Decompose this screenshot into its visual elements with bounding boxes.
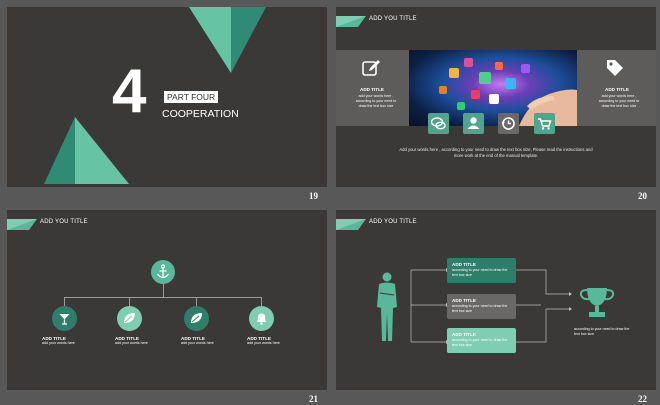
- node-1[interactable]: [52, 306, 77, 331]
- leaf-icon: [124, 313, 135, 323]
- slide-number-19: 19: [309, 191, 318, 201]
- tag-icon: [607, 60, 623, 76]
- process-box-3-body: according to your need to draw the text …: [452, 338, 508, 347]
- history-button[interactable]: [498, 113, 519, 134]
- slide-20[interactable]: ADD YOU TITLE ADD TITLE add your words h…: [336, 7, 656, 187]
- tree-drop-4: [261, 297, 262, 306]
- process-box-1[interactable]: ADD TITLE according to your need to draw…: [447, 258, 516, 283]
- tree-drop-1: [64, 297, 65, 306]
- slide-22[interactable]: ADD YOU TITLE ADD TITLE according to you…: [336, 210, 656, 390]
- header-accent-bar: [7, 219, 37, 230]
- slide-number-20: 20: [638, 191, 647, 201]
- bottom-triangle-dark: [44, 117, 75, 184]
- cart-icon: [538, 118, 552, 130]
- tree-drop-3: [196, 297, 197, 306]
- part-label: PART FOUR: [164, 91, 219, 103]
- header-accent-bar: [336, 16, 366, 27]
- anchor-icon: [156, 264, 170, 279]
- slide-21[interactable]: ADD YOU TITLE ADD TITLE add your words h…: [7, 210, 327, 390]
- part-title: COOPERATION: [162, 108, 239, 120]
- part-number: 4: [112, 57, 147, 126]
- header-title: ADD YOU TITLE: [369, 16, 417, 22]
- chat-button[interactable]: [428, 113, 449, 134]
- bell-icon: [257, 313, 266, 325]
- slide-number-22: 22: [638, 394, 647, 404]
- tree-branch: [64, 297, 262, 298]
- slide-number-21: 21: [309, 394, 318, 404]
- node-1-body: add your words here: [42, 341, 75, 345]
- history-icon: [501, 117, 515, 130]
- process-box-2[interactable]: ADD TITLE according to your need to draw…: [447, 294, 516, 319]
- user-icon: [467, 117, 480, 129]
- cart-button[interactable]: [534, 113, 555, 134]
- node-2[interactable]: [117, 306, 142, 331]
- bottom-triangle-light: [75, 117, 129, 184]
- process-box-1-body: according to your need to draw the text …: [452, 268, 508, 277]
- node-4-body: add your words here: [247, 341, 280, 345]
- process-box-3-title: ADD TITLE: [452, 332, 476, 337]
- cocktail-icon: [59, 314, 70, 325]
- top-triangle-light: [189, 7, 231, 73]
- header-title: ADD YOU TITLE: [40, 219, 88, 225]
- tree-drop-2: [129, 297, 130, 306]
- edit-icon: [362, 60, 380, 76]
- footer-text-line2: more work at the end of the manual templ…: [453, 153, 539, 158]
- leaf-icon: [191, 313, 202, 323]
- process-box-2-body: according to your need to draw the text …: [452, 304, 508, 313]
- node-4[interactable]: [249, 306, 274, 331]
- chat-icon: [430, 117, 446, 130]
- process-box-1-title: ADD TITLE: [452, 262, 476, 267]
- right-card-title: ADD TITLE: [605, 87, 629, 92]
- process-box-2-title: ADD TITLE: [452, 298, 476, 303]
- slide-19[interactable]: 4 PART FOUR COOPERATION 19: [7, 7, 327, 187]
- node-3[interactable]: [184, 306, 209, 331]
- trophy-caption: according to your need to draw the text …: [574, 327, 630, 336]
- left-card-body: add your words here , according to your …: [355, 94, 397, 108]
- left-card: ADD TITLE add your words here , accordin…: [336, 50, 409, 126]
- right-card-body: add your words here , according to your …: [598, 94, 640, 108]
- trophy-icon: [579, 288, 615, 317]
- node-3-body: add your words here: [181, 341, 214, 345]
- root-node[interactable]: [151, 260, 175, 284]
- process-box-3[interactable]: ADD TITLE according to your need to draw…: [447, 328, 516, 353]
- tree-stem: [162, 284, 164, 297]
- right-card: ADD TITLE add your words here , accordin…: [577, 50, 656, 126]
- footer-text-line1: Add your words here , according to your …: [399, 147, 593, 152]
- node-2-body: add your words here: [115, 341, 148, 345]
- left-card-title: ADD TITLE: [360, 87, 384, 92]
- user-button[interactable]: [463, 113, 484, 134]
